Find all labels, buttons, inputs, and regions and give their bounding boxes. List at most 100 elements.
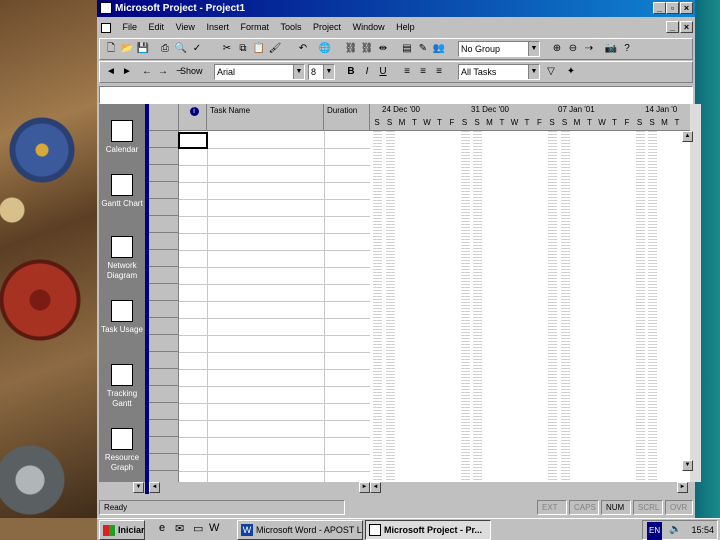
help-icon[interactable]: ? [620,42,634,56]
row-header[interactable] [149,437,179,454]
row-header[interactable] [149,471,179,482]
row-header[interactable] [149,454,179,471]
view-network-diagram[interactable]: Network Diagram [99,236,145,281]
indicators-header[interactable]: i [179,104,207,131]
unlink-tasks-icon[interactable]: ⛓ [360,42,374,56]
menu-help[interactable]: Help [396,18,415,36]
chevron-down-icon[interactable]: ▼ [528,65,539,79]
menu-project[interactable]: Project [313,18,341,36]
view-bar-scroll[interactable]: ▼ [99,482,145,494]
menu-window[interactable]: Window [353,18,385,36]
view-tracking-gantt[interactable]: Tracking Gantt [99,364,145,409]
copy-picture-icon[interactable]: 📷 [604,42,618,56]
scroll-left-icon[interactable]: ◄ [149,482,160,493]
group-select[interactable]: No Group ▼ [458,41,540,57]
row-header[interactable] [149,267,179,284]
align-left-icon[interactable]: ≡ [400,65,414,79]
goto-task-icon[interactable]: ⇢ [582,42,596,56]
menu-format[interactable]: Format [240,18,269,36]
row-header[interactable] [149,386,179,403]
view-resource-graph[interactable]: Resource Graph [99,428,145,473]
row-header[interactable] [149,403,179,420]
indent-icon[interactable]: → [156,65,170,79]
row-header[interactable] [149,233,179,250]
zoom-out-icon[interactable]: ⊖ [566,42,580,56]
outdent-icon[interactable]: ← [140,65,154,79]
row-header[interactable] [149,335,179,352]
internet-explorer-icon[interactable]: e [159,522,165,534]
task-notes-icon[interactable]: ✎ [416,42,430,56]
taskbar-word[interactable]: W Microsoft Word - APOST L... [237,520,363,540]
doc-close-button[interactable]: × [680,21,693,33]
outlook-icon[interactable]: ✉ [175,522,184,535]
zoom-in-icon[interactable]: ⊕ [550,42,564,56]
gantt-chart[interactable]: 24 Dec '00 31 Dec '00 07 Jan '01 14 Jan '0 S… [370,104,690,482]
row-header[interactable] [149,284,179,301]
font-size-select[interactable]: 8 ▼ [308,64,335,80]
row-header[interactable] [149,301,179,318]
row-header[interactable] [149,216,179,233]
align-right-icon[interactable]: ≡ [432,65,446,79]
scroll-down-icon[interactable]: ▼ [682,460,693,471]
open-icon[interactable]: 📂 [120,42,134,56]
print-preview-icon[interactable]: 🔍 [174,42,188,56]
taskbar-project[interactable]: Microsoft Project - Pr... [365,520,491,540]
filter-select[interactable]: All Tasks ▼ [458,64,540,80]
close-button[interactable]: × [680,2,693,14]
table-hscroll[interactable]: ◄ ► [149,482,370,494]
underline-icon[interactable]: U [376,65,390,79]
word-quicklaunch-icon[interactable]: W [209,522,219,534]
arrow-right-icon[interactable]: ► [120,65,134,79]
app-icon[interactable] [100,2,112,14]
doc-minimize-button[interactable]: _ [666,21,679,33]
active-cell[interactable] [178,132,208,149]
row-header[interactable] [149,165,179,182]
language-indicator[interactable]: EN [647,522,663,540]
save-icon[interactable]: 💾 [136,42,150,56]
select-all-corner[interactable] [149,104,179,131]
row-header[interactable] [149,352,179,369]
cut-icon[interactable]: ✂ [220,42,234,56]
maximize-button[interactable]: ▫ [666,2,679,14]
row-header[interactable] [149,318,179,335]
menu-view[interactable]: View [176,18,195,36]
paste-icon[interactable]: 📋 [252,42,266,56]
spelling-icon[interactable]: ✓ [190,42,204,56]
align-center-icon[interactable]: ≡ [416,65,430,79]
italic-icon[interactable]: I [360,65,374,79]
scroll-down-icon[interactable]: ▼ [133,482,144,493]
chevron-down-icon[interactable]: ▼ [528,42,539,56]
row-header[interactable] [149,369,179,386]
scroll-right-icon[interactable]: ► [677,482,688,493]
assign-resources-icon[interactable]: 👥 [432,42,446,56]
view-calendar[interactable]: Calendar [99,120,145,155]
menu-file[interactable]: File [123,18,138,36]
scroll-left-icon[interactable]: ◄ [370,482,381,493]
font-select[interactable]: Arial ▼ [214,64,305,80]
row-header[interactable] [149,131,179,148]
bold-icon[interactable]: B [344,65,358,79]
view-gantt-chart[interactable]: Gantt Chart [99,174,145,209]
scroll-up-icon[interactable]: ▲ [682,131,693,142]
row-header[interactable] [149,148,179,165]
print-icon[interactable]: ⎙ [158,42,172,56]
view-task-usage[interactable]: Task Usage [99,300,145,335]
arrow-left-icon[interactable]: ◄ [104,65,118,79]
undo-icon[interactable]: ↶ [296,42,310,56]
row-header[interactable] [149,182,179,199]
menu-insert[interactable]: Insert [206,18,229,36]
minimize-button[interactable]: _ [653,2,666,14]
duration-header[interactable]: Duration [324,104,370,131]
new-icon[interactable]: 🗋 [104,42,118,56]
task-name-header[interactable]: Task Name [207,104,324,131]
format-painter-icon[interactable]: 🖌 [268,42,282,56]
chevron-down-icon[interactable]: ▼ [293,65,304,79]
copy-icon[interactable]: ⧉ [236,42,250,56]
gantt-vscroll[interactable]: ▲ ▼ [682,104,701,482]
link-tasks-icon[interactable]: ⛓ [344,42,358,56]
gantt-hscroll[interactable]: ◄ ► [370,482,690,494]
entry-bar[interactable] [99,86,693,104]
volume-icon[interactable]: 🔊 [669,521,681,539]
doc-icon[interactable] [101,22,111,33]
menu-tools[interactable]: Tools [281,18,302,36]
